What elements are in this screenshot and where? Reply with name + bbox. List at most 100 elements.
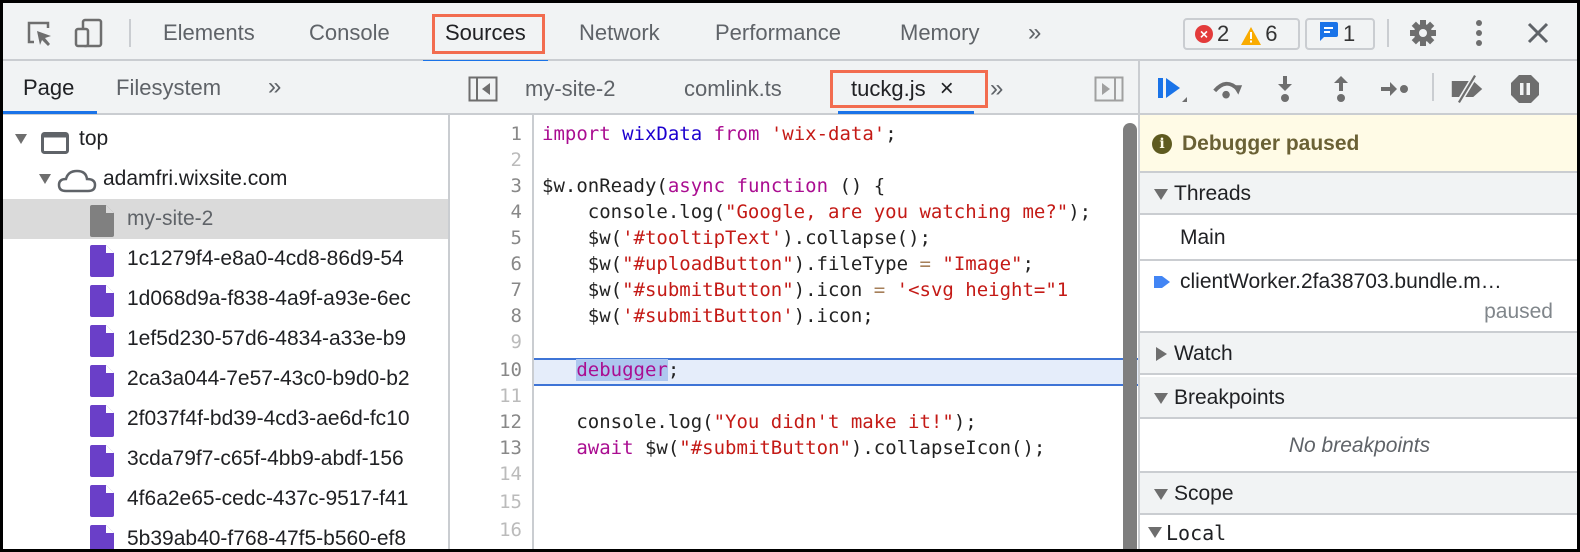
code-line: import wixData from 'wix-data'; [542,123,897,145]
thread-name: clientWorker.2fa38703.bundle.m… [1180,270,1502,293]
code-line: $w.onReady(async function () { [542,175,886,197]
tree-item-script[interactable]: 2f037f4f-bd39-4cd3-ae6d-fc10 [3,399,448,439]
line-number[interactable]: 13 [499,435,522,461]
script-file-icon [90,285,114,317]
step-icon[interactable] [1378,72,1412,106]
line-number[interactable]: 1 [511,121,522,147]
tab-sources[interactable]: Sources [423,3,548,63]
more-tabs-chevron-icon[interactable]: » [990,75,1004,103]
line-number[interactable]: 10 [499,357,522,383]
line-number[interactable]: 12 [499,409,522,435]
tab-network[interactable]: Network [569,3,670,61]
tab-filesystem[interactable]: Filesystem [116,61,221,113]
code-line: await $w("#submitButton").collapseIcon()… [576,437,1046,459]
tree-item-label: 3cda79f7-c65f-4bb9-abdf-156 [127,447,404,470]
tree-item-my-site-2[interactable]: my-site-2 [3,199,448,239]
tree-item-script[interactable]: 1ef5d230-57d6-4834-a33e-b9 [3,319,448,359]
tab-memory[interactable]: Memory [890,3,989,61]
line-number[interactable]: 9 [511,329,522,355]
editor-scrollbar[interactable] [1123,123,1137,549]
navigator-tabs: Page Filesystem » [3,61,450,115]
tree-item-label: 2ca3a044-7e57-43c0-b9d0-b2 [127,367,410,390]
line-number[interactable]: 5 [511,225,522,251]
more-tabs-chevron-icon[interactable]: » [268,73,282,101]
code-line: $w('#tooltipText').collapse(); [542,227,931,249]
more-tabs-chevron-icon[interactable]: » [1028,19,1042,47]
code-line: console.log("Google, are you watching me… [542,201,1092,223]
tree-item-top[interactable]: top [3,119,448,159]
device-toggle-icon[interactable] [73,17,105,49]
thread-item-main[interactable]: Main [1140,217,1577,261]
toggle-navigator-icon[interactable] [468,76,498,107]
step-into-icon[interactable] [1268,72,1302,106]
tree-item-script[interactable]: 1c1279f4-e8a0-4cd8-86d9-54 [3,239,448,279]
line-number[interactable]: 14 [499,461,522,487]
line-number[interactable]: 11 [499,383,522,409]
editor-tab-comlink[interactable]: comlink.ts [684,61,782,113]
resume-icon[interactable] [1154,72,1188,106]
toolbar-divider [1387,19,1389,47]
tree-item-script[interactable]: 5b39ab40-f768-47f5-b560-ef8 [3,519,448,549]
line-number-gutter: 1 2 3 4 5 6 7 8 9 10 11 12 13 14 15 16 [450,115,534,549]
tree-item-label: 4f6a2e65-cedc-437c-9517-f41 [127,487,409,510]
settings-gear-icon[interactable] [1407,17,1439,49]
editor-tab-my-site-2[interactable]: my-site-2 [525,61,615,113]
pause-on-exceptions-icon[interactable] [1508,72,1542,106]
deactivate-breakpoints-icon[interactable] [1450,72,1484,106]
script-file-icon [90,245,114,277]
thread-item-worker[interactable]: clientWorker.2fa38703.bundle.m… paused [1140,261,1577,333]
current-thread-arrow-icon [1154,273,1170,297]
tab-performance[interactable]: Performance [705,3,851,61]
tree-item-domain[interactable]: adamfri.wixsite.com [3,159,448,199]
line-number[interactable]: 16 [499,517,522,543]
tree-item-label: 1c1279f4-e8a0-4cd8-86d9-54 [127,247,404,270]
inspect-element-icon[interactable] [23,17,55,49]
message-count: 1 [1343,21,1356,46]
line-number[interactable]: 2 [511,147,522,173]
section-watch[interactable]: Watch [1140,333,1577,375]
more-vertical-icon[interactable] [1463,17,1495,49]
scope-local[interactable]: Local [1140,517,1577,549]
expand-triangle-icon [1156,347,1167,361]
navigator-panel: Page Filesystem » top adamfri.wixsite.co… [3,61,450,549]
tree-item-script[interactable]: 1d068d9a-f838-4a9f-a93e-6ec [3,279,448,319]
code-area[interactable]: import wixData from 'wix-data'; $w.onRea… [536,115,1120,549]
tree-item-script[interactable]: 4f6a2e65-cedc-437c-9517-f41 [3,479,448,519]
active-tab-indicator [838,111,974,114]
debugger-paused-banner: i Debugger paused [1140,115,1577,173]
expand-caret-icon[interactable] [15,134,27,144]
line-number[interactable]: 7 [511,277,522,303]
issues-counter[interactable]: × 2 6 [1183,18,1300,50]
close-icon[interactable] [1522,17,1554,49]
section-threads[interactable]: Threads [1140,173,1577,215]
error-count: 2 [1217,21,1230,46]
info-icon: i [1152,134,1172,154]
tree-item-script[interactable]: 3cda79f7-c65f-4bb9-abdf-156 [3,439,448,479]
code-line: $w('#submitButton').icon; [542,305,874,327]
line-number[interactable]: 6 [511,251,522,277]
tab-elements[interactable]: Elements [153,3,265,61]
tree-item-label: 1d068d9a-f838-4a9f-a93e-6ec [127,287,411,310]
section-breakpoints[interactable]: Breakpoints [1140,377,1577,419]
line-number[interactable]: 3 [511,173,522,199]
debugger-controls [1140,61,1577,115]
warning-icon [1241,25,1262,45]
tree-item-script[interactable]: 2ca3a044-7e57-43c0-b9d0-b2 [3,359,448,399]
tree-item-label: 1ef5d230-57d6-4834-a33e-b9 [127,327,407,350]
line-number[interactable]: 8 [511,303,522,329]
expand-caret-icon[interactable] [39,174,51,184]
step-over-icon[interactable] [1210,72,1244,106]
cloud-icon [57,167,97,199]
script-file-icon [90,365,114,397]
tab-page[interactable]: Page [23,61,74,113]
editor-tab-tuckg[interactable]: tuckg.js × [851,61,954,113]
close-tab-icon[interactable]: × [940,75,954,102]
step-out-icon[interactable] [1324,72,1358,106]
line-number[interactable]: 4 [511,199,522,225]
tree-item-label: adamfri.wixsite.com [103,167,288,190]
line-number[interactable]: 15 [499,489,522,515]
section-scope[interactable]: Scope [1140,473,1577,515]
toggle-debugger-icon[interactable] [1094,76,1124,107]
tab-console[interactable]: Console [299,3,400,61]
messages-counter[interactable]: 1 [1305,18,1375,50]
